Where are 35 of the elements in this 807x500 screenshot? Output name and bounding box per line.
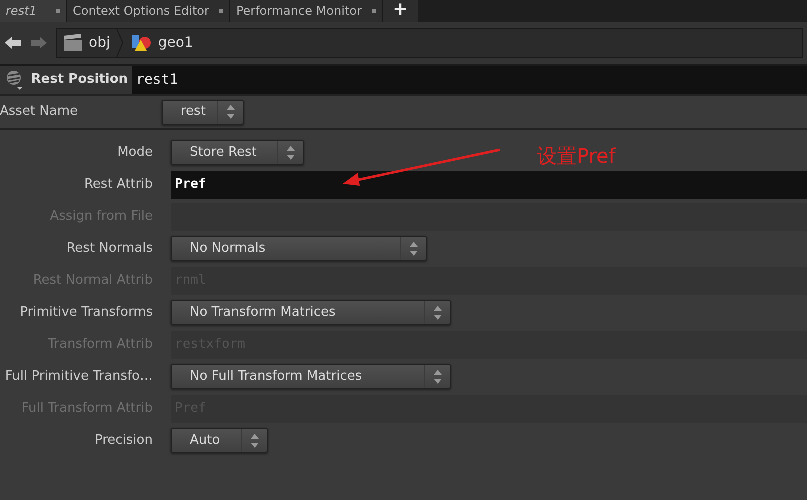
shapes-icon [130, 34, 152, 52]
field-label: Rest Normals [66, 240, 154, 258]
dropdown-menu-field[interactable]: No Full Transform Matrices [171, 364, 451, 389]
spinner-arrows-icon [226, 105, 234, 119]
spinner-arrows-icon [434, 370, 442, 384]
text-field[interactable]: Pref [171, 170, 807, 198]
spinner-arrows-icon [286, 146, 294, 160]
close-icon[interactable] [219, 9, 224, 13]
asset-name-label: Asset Name [0, 103, 80, 122]
field-label: Mode [116, 144, 154, 162]
field-label: Rest Attrib [83, 176, 154, 194]
spinner-arrows-icon [434, 306, 442, 320]
path-segment[interactable]: obj [89, 32, 110, 54]
dropdown-menu-field[interactable]: Store Rest [171, 140, 304, 165]
clapperboard-icon [63, 34, 83, 52]
dropdown-menu-field[interactable]: No Transform Matrices [171, 300, 451, 325]
field-label: Precision [94, 432, 154, 450]
tab[interactable]: rest1 [0, 0, 67, 22]
node-type-label: Rest Position [30, 71, 130, 90]
close-icon[interactable] [372, 9, 376, 13]
tab[interactable]: Context Options Editor [67, 0, 230, 22]
tab[interactable]: Performance Monitor [230, 0, 383, 22]
spinner-arrows-icon [250, 434, 258, 448]
dropdown-menu-field[interactable]: No Normals [171, 236, 427, 261]
annotation-text: 设置Pref [537, 143, 616, 170]
path-segment[interactable]: geo1 [158, 32, 194, 54]
node-name-field[interactable]: rest1 [132, 66, 807, 94]
back-icon[interactable] [4, 35, 22, 51]
add-tab-button[interactable]: + [382, 0, 418, 22]
field-label: Full Primitive Transfo… [4, 368, 154, 386]
forward-icon[interactable] [30, 35, 48, 51]
dropdown-menu-field[interactable]: Auto [171, 428, 268, 453]
spinner-arrows-icon [410, 242, 418, 256]
field-label: Primitive Transforms [19, 304, 154, 322]
asset-menu[interactable]: rest [162, 100, 244, 124]
